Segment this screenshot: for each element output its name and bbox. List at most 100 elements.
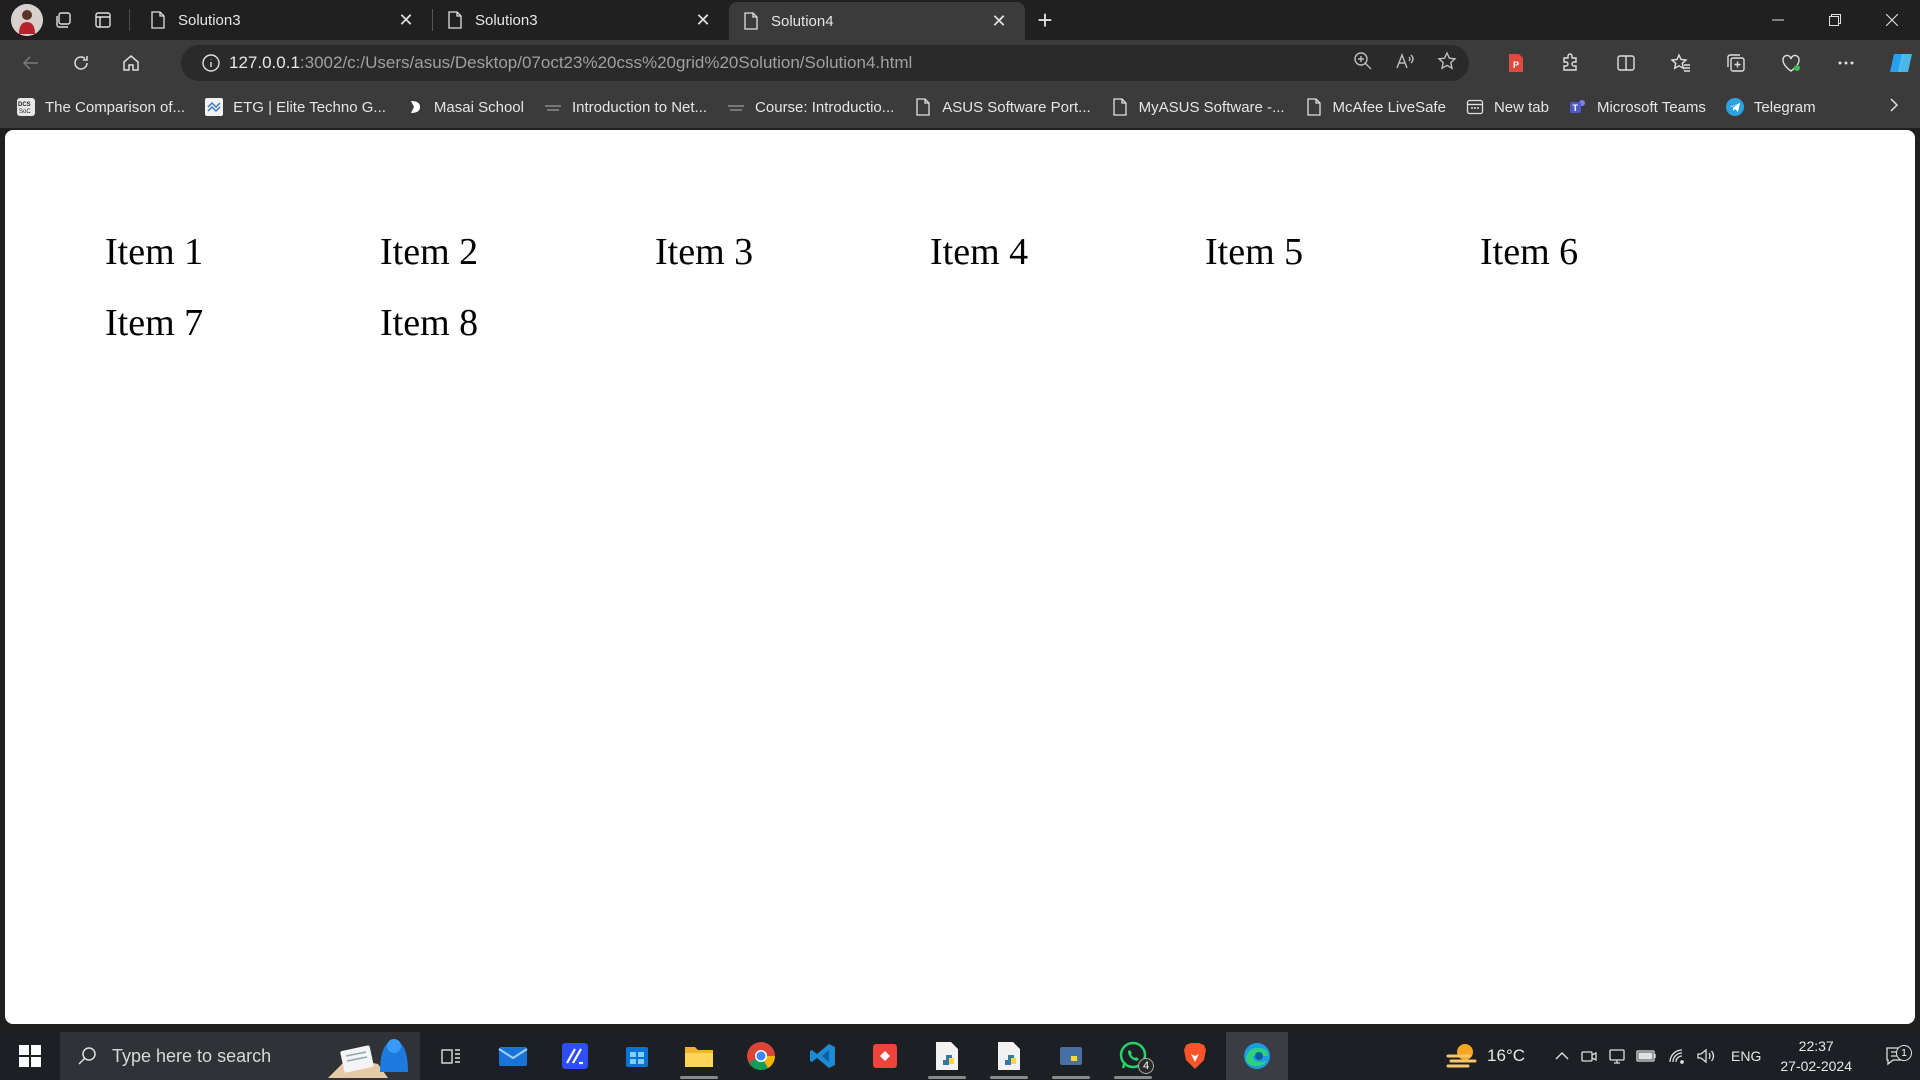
copilot-icon[interactable]	[1873, 40, 1920, 86]
collections-icon[interactable]	[1708, 40, 1763, 86]
course-icon	[727, 98, 745, 116]
bookmark-mcafee[interactable]: McAfee LiveSafe	[1305, 98, 1446, 116]
tab-solution3-a[interactable]: Solution3 ✕	[136, 0, 432, 40]
grid-item: Item 1	[105, 231, 204, 273]
extensions-icon[interactable]	[1543, 40, 1598, 86]
close-tab-icon[interactable]: ✕	[691, 8, 715, 32]
restore-icon[interactable]	[1806, 0, 1863, 40]
read-aloud-icon[interactable]	[1395, 51, 1415, 76]
refresh-icon[interactable]	[56, 43, 106, 83]
task-view-icon[interactable]	[420, 1032, 482, 1080]
python-file-icon[interactable]	[916, 1032, 978, 1080]
close-tab-icon[interactable]: ✕	[394, 8, 418, 32]
site-info-icon[interactable]	[193, 53, 229, 73]
profile-avatar[interactable]	[11, 4, 43, 36]
back-icon[interactable]	[6, 43, 56, 83]
bookmark-label: McAfee LiveSafe	[1332, 98, 1446, 116]
tab-title: Solution3	[178, 11, 241, 29]
bookmark-label: Microsoft Teams	[1596, 98, 1706, 116]
browser-toolbar: 127.0.0.1:3002/c:/Users/asus/Desktop/07o…	[0, 40, 1920, 86]
more-options-icon[interactable]	[1818, 40, 1873, 86]
chevron-up-icon[interactable]	[1554, 1048, 1570, 1064]
new-tab-button[interactable]: +	[1025, 0, 1065, 40]
bookmark-masai[interactable]: Masai School	[406, 98, 524, 116]
grid-item: Item 4	[930, 231, 1029, 273]
clock-date: 27-02-2024	[1780, 1058, 1852, 1074]
bookmark-etg[interactable]: ETG | Elite Techno G...	[205, 98, 386, 116]
python-app-icon[interactable]	[1040, 1032, 1102, 1080]
minimize-icon[interactable]	[1749, 0, 1806, 40]
chevron-right-icon[interactable]	[1888, 96, 1900, 119]
start-button[interactable]	[0, 1032, 60, 1080]
myasus-app-icon[interactable]	[544, 1032, 606, 1080]
bookmark-comparison[interactable]: DCS SoC The Comparison of...	[17, 98, 185, 116]
bookmark-new-tab[interactable]: New tab	[1466, 98, 1549, 116]
pdf-extension-icon[interactable]: P	[1488, 40, 1543, 86]
page-icon	[1111, 98, 1129, 116]
bookmark-label: New tab	[1493, 98, 1549, 116]
volume-icon[interactable]	[1696, 1048, 1716, 1064]
course-icon	[544, 98, 562, 116]
svg-text:T: T	[1572, 103, 1578, 113]
bookmark-label: The Comparison of...	[45, 98, 186, 116]
home-icon[interactable]	[106, 43, 156, 83]
grid-item: Item 7	[105, 302, 204, 344]
grid-item: Item 6	[1480, 231, 1579, 273]
close-tab-icon[interactable]: ✕	[987, 9, 1011, 33]
close-window-icon[interactable]	[1863, 0, 1920, 40]
whatsapp-icon[interactable]: 4	[1102, 1032, 1164, 1080]
bookmarks-bar: DCS SoC The Comparison of... ETG | Elite …	[0, 86, 1920, 128]
bookmark-myasus[interactable]: MyASUS Software -...	[1111, 98, 1285, 116]
chrome-icon[interactable]	[730, 1032, 792, 1080]
mail-app-icon[interactable]	[482, 1032, 544, 1080]
address-bar[interactable]: 127.0.0.1:3002/c:/Users/asus/Desktop/07o…	[181, 45, 1469, 81]
vscode-icon[interactable]	[792, 1032, 854, 1080]
tab-actions-icon[interactable]	[83, 0, 123, 40]
meet-now-icon[interactable]	[1580, 1047, 1598, 1065]
anydesk-icon[interactable]	[854, 1032, 916, 1080]
bookmark-label: ASUS Software Port...	[942, 98, 1091, 116]
bookmark-asus-portal[interactable]: ASUS Software Port...	[914, 98, 1091, 116]
zoom-icon[interactable]	[1353, 51, 1373, 76]
wifi-icon[interactable]	[1668, 1048, 1686, 1064]
tab-title: Solution4	[771, 12, 834, 30]
clock[interactable]: 22:37 27-02-2024	[1780, 1036, 1852, 1076]
svg-text:DCS: DCS	[18, 102, 31, 108]
bookmark-telegram[interactable]: Telegram	[1725, 98, 1816, 116]
newtab-icon	[1466, 98, 1484, 116]
display-icon[interactable]	[1608, 1047, 1626, 1065]
workspaces-icon[interactable]	[43, 0, 83, 40]
clock-time: 22:37	[1798, 1038, 1834, 1054]
page-icon	[743, 12, 759, 30]
tab-solution4[interactable]: Solution4 ✕	[729, 2, 1025, 40]
grid-item: Item 3	[655, 231, 754, 273]
page-icon	[914, 98, 932, 116]
bookmark-intro-net[interactable]: Introduction to Net...	[544, 98, 707, 116]
window-controls	[1749, 0, 1920, 40]
masai-icon	[406, 98, 424, 116]
bookmark-course[interactable]: Course: Introductio...	[727, 98, 894, 116]
address-bar-actions	[1353, 45, 1457, 81]
search-icon	[76, 1045, 98, 1067]
notification-center-icon[interactable]: 1	[1872, 1045, 1920, 1067]
page-icon	[447, 11, 463, 29]
python-file-icon-2[interactable]	[978, 1032, 1040, 1080]
taskbar-search[interactable]: Type here to search	[60, 1032, 420, 1080]
tab-solution3-b[interactable]: Solution3 ✕	[433, 0, 729, 40]
split-screen-icon[interactable]	[1598, 40, 1653, 86]
toolbar-extensions: P	[1488, 40, 1920, 86]
etg-icon	[205, 98, 224, 116]
edge-icon[interactable]	[1226, 1032, 1288, 1080]
store-app-icon[interactable]	[606, 1032, 668, 1080]
browser-essentials-icon[interactable]	[1763, 40, 1818, 86]
file-explorer-icon[interactable]	[668, 1032, 730, 1080]
battery-icon[interactable]	[1636, 1049, 1658, 1063]
avatar-icon	[11, 4, 43, 36]
favorites-icon[interactable]	[1653, 40, 1708, 86]
weather-widget[interactable]: 16°C	[1445, 1041, 1525, 1071]
brave-icon[interactable]	[1164, 1032, 1226, 1080]
favorite-star-icon[interactable]	[1437, 50, 1457, 76]
bookmark-teams[interactable]: T Microsoft Teams	[1569, 98, 1706, 116]
language-indicator[interactable]: ENG	[1731, 1048, 1761, 1064]
grid-item: Item 5	[1205, 231, 1304, 273]
